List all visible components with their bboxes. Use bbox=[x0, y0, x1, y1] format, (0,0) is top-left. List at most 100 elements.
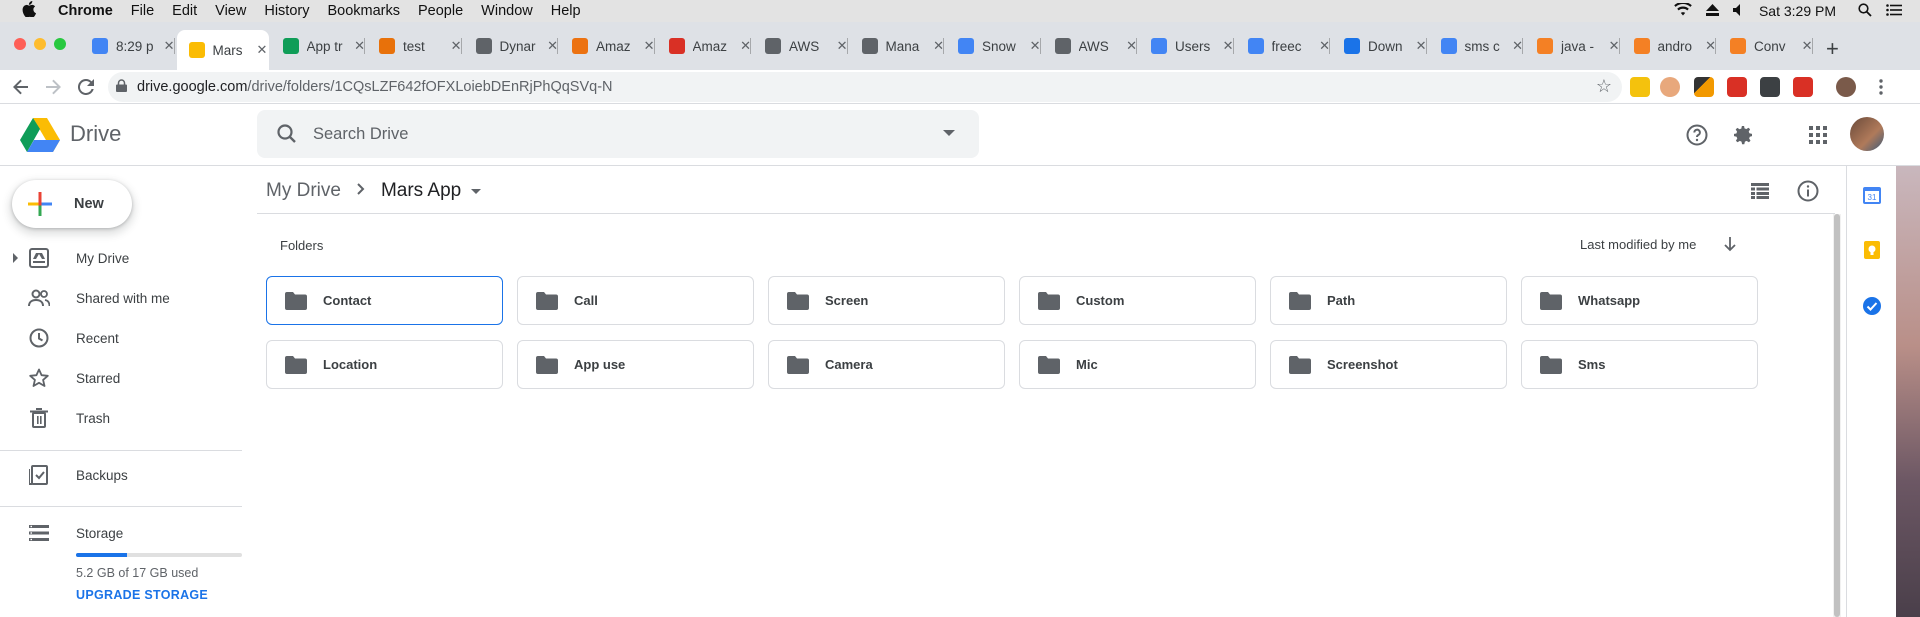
folder-tile[interactable]: Sms bbox=[1521, 340, 1758, 389]
menu-app-name[interactable]: Chrome bbox=[58, 3, 113, 19]
search-icon[interactable] bbox=[275, 122, 299, 146]
details-info-icon[interactable] bbox=[1793, 176, 1823, 206]
menu-people[interactable]: People bbox=[418, 3, 463, 19]
keep-icon[interactable] bbox=[1862, 240, 1882, 260]
browser-tab[interactable]: freec ✕ bbox=[1236, 30, 1330, 62]
apple-icon[interactable] bbox=[18, 1, 40, 21]
apps-grid-icon[interactable] bbox=[1803, 120, 1833, 150]
drive-product-name[interactable]: Drive bbox=[70, 121, 121, 147]
menu-help[interactable]: Help bbox=[551, 3, 581, 19]
folder-tile[interactable]: Contact bbox=[266, 276, 503, 325]
tab-close-icon[interactable]: ✕ bbox=[257, 42, 268, 58]
browser-tab[interactable]: andro ✕ bbox=[1622, 30, 1716, 62]
new-button[interactable]: New bbox=[12, 180, 132, 228]
browser-tab[interactable]: sms c ✕ bbox=[1429, 30, 1523, 62]
search-bar[interactable] bbox=[257, 110, 979, 158]
sidebar-item-storage[interactable]: Storage bbox=[0, 513, 242, 553]
menu-history[interactable]: History bbox=[264, 3, 309, 19]
menu-bookmarks[interactable]: Bookmarks bbox=[327, 3, 400, 19]
extension-badge-icon[interactable] bbox=[1793, 77, 1813, 97]
breadcrumb-current[interactable]: Mars App bbox=[381, 180, 461, 202]
browser-tab[interactable]: Amaz ✕ bbox=[560, 30, 655, 62]
search-options-dropdown-icon[interactable] bbox=[943, 130, 955, 136]
browser-tab[interactable]: AWS ✕ bbox=[1043, 30, 1137, 62]
settings-gear-icon[interactable] bbox=[1728, 120, 1758, 150]
menu-file[interactable]: File bbox=[131, 3, 154, 19]
bookmark-star-icon[interactable]: ☆ bbox=[1596, 76, 1612, 97]
folder-tile[interactable]: Path bbox=[1270, 276, 1507, 325]
browser-tab[interactable]: Users ✕ bbox=[1139, 30, 1234, 62]
drive-logo-icon[interactable] bbox=[20, 118, 60, 152]
extension-face-icon[interactable] bbox=[1660, 77, 1680, 97]
folder-tile[interactable]: Screen bbox=[768, 276, 1005, 325]
folder-name: Sms bbox=[1578, 357, 1606, 372]
search-input[interactable] bbox=[313, 124, 913, 144]
eject-icon[interactable] bbox=[1705, 3, 1719, 19]
browser-tab[interactable]: test ✕ bbox=[367, 30, 462, 62]
folder-tile[interactable]: App use bbox=[517, 340, 754, 389]
sort-by-label[interactable]: Last modified by me bbox=[1580, 237, 1696, 252]
browser-tab[interactable]: Mars ✕ bbox=[176, 30, 269, 70]
breadcrumb-root[interactable]: My Drive bbox=[266, 180, 341, 202]
address-bar[interactable]: drive.google.com/drive/folders/1CQsLZF64… bbox=[108, 72, 1622, 102]
folder-tile[interactable]: Custom bbox=[1019, 276, 1256, 325]
sidebar-item-recent[interactable]: Recent bbox=[0, 318, 242, 358]
lock-icon[interactable] bbox=[116, 79, 127, 95]
list-view-icon[interactable] bbox=[1745, 176, 1775, 206]
folder-tile[interactable]: Call bbox=[517, 276, 754, 325]
sort-direction-arrow-icon[interactable] bbox=[1720, 234, 1740, 254]
menu-view[interactable]: View bbox=[215, 3, 246, 19]
help-icon[interactable] bbox=[1682, 120, 1712, 150]
profile-avatar-icon[interactable] bbox=[1836, 77, 1856, 97]
menubar-clock[interactable]: Sat 3:29 PM bbox=[1759, 3, 1836, 19]
tasks-icon[interactable] bbox=[1862, 296, 1882, 316]
browser-tab[interactable]: Mana ✕ bbox=[850, 30, 944, 62]
forward-button[interactable] bbox=[40, 74, 66, 100]
calendar-icon[interactable]: 31 bbox=[1862, 185, 1882, 205]
window-close-button[interactable] bbox=[14, 38, 26, 50]
browser-tab[interactable]: Conv ✕ bbox=[1718, 30, 1813, 62]
back-button[interactable] bbox=[8, 74, 34, 100]
extension-todoist-icon[interactable] bbox=[1727, 77, 1747, 97]
notification-list-icon[interactable] bbox=[1886, 3, 1902, 19]
sidebar-item-trash[interactable]: Trash bbox=[0, 398, 242, 438]
expand-arrow-icon[interactable] bbox=[13, 253, 18, 263]
menu-window[interactable]: Window bbox=[481, 3, 533, 19]
chrome-menu-icon[interactable] bbox=[1868, 74, 1894, 100]
folder-tile[interactable]: Location bbox=[266, 340, 503, 389]
browser-tab[interactable]: AWS ✕ bbox=[753, 30, 848, 62]
folder-tile[interactable]: Whatsapp bbox=[1521, 276, 1758, 325]
volume-icon[interactable] bbox=[1732, 3, 1745, 19]
folder-menu-dropdown-icon[interactable] bbox=[471, 188, 482, 194]
sidebar-item-starred[interactable]: Starred bbox=[0, 358, 242, 398]
reload-button[interactable] bbox=[73, 74, 99, 100]
window-minimize-button[interactable] bbox=[34, 38, 46, 50]
folder-tile[interactable]: Camera bbox=[768, 340, 1005, 389]
menu-edit[interactable]: Edit bbox=[172, 3, 197, 19]
browser-tab[interactable]: Down ✕ bbox=[1332, 30, 1427, 62]
browser-tab[interactable]: Dynar ✕ bbox=[464, 30, 558, 62]
browser-tab[interactable]: Amaz ✕ bbox=[657, 30, 751, 62]
browser-tab[interactable]: 8:29 p ✕ bbox=[80, 30, 175, 62]
spotlight-search-icon[interactable] bbox=[1858, 2, 1872, 20]
extension-eyedropper-icon[interactable] bbox=[1694, 77, 1714, 97]
folder-icon bbox=[1038, 355, 1060, 374]
address-url[interactable]: drive.google.com/drive/folders/1CQsLZF64… bbox=[137, 79, 613, 95]
account-avatar[interactable] bbox=[1850, 117, 1884, 151]
browser-tab[interactable]: java - ✕ bbox=[1525, 30, 1620, 62]
browser-tab[interactable]: Snow ✕ bbox=[946, 30, 1041, 62]
sidebar-item-shared-with-me[interactable]: Shared with me bbox=[0, 278, 242, 318]
folder-tile[interactable]: Screenshot bbox=[1270, 340, 1507, 389]
sidebar-item-label: My Drive bbox=[76, 250, 130, 266]
browser-tab[interactable]: App tr ✕ bbox=[271, 30, 365, 62]
extension-shield-icon[interactable] bbox=[1760, 77, 1780, 97]
upgrade-storage-link[interactable]: UPGRADE STORAGE bbox=[76, 588, 208, 602]
extension-norton-icon[interactable] bbox=[1630, 77, 1650, 97]
window-zoom-button[interactable] bbox=[54, 38, 66, 50]
new-tab-button[interactable]: + bbox=[1826, 36, 1839, 62]
folder-tile[interactable]: Mic bbox=[1019, 340, 1256, 389]
sidebar-item-my-drive[interactable]: My Drive bbox=[0, 238, 242, 278]
wifi-icon[interactable] bbox=[1674, 1, 1692, 19]
scrollbar-thumb[interactable] bbox=[1834, 214, 1840, 617]
sidebar-item-backups[interactable]: Backups bbox=[0, 455, 242, 495]
